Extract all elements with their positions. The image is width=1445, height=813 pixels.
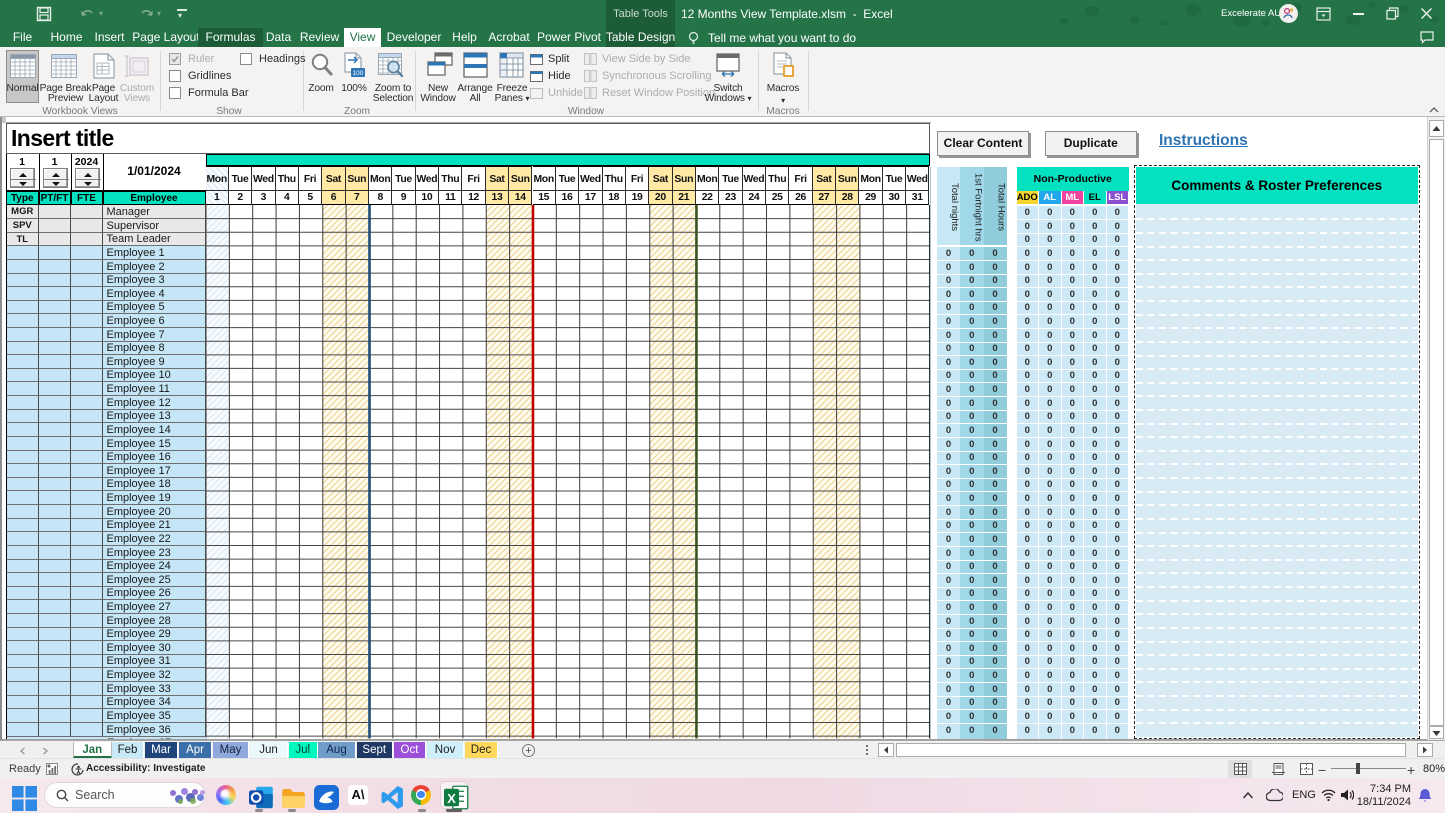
- svg-text:X: X: [447, 791, 456, 806]
- svg-text:100: 100: [353, 70, 364, 77]
